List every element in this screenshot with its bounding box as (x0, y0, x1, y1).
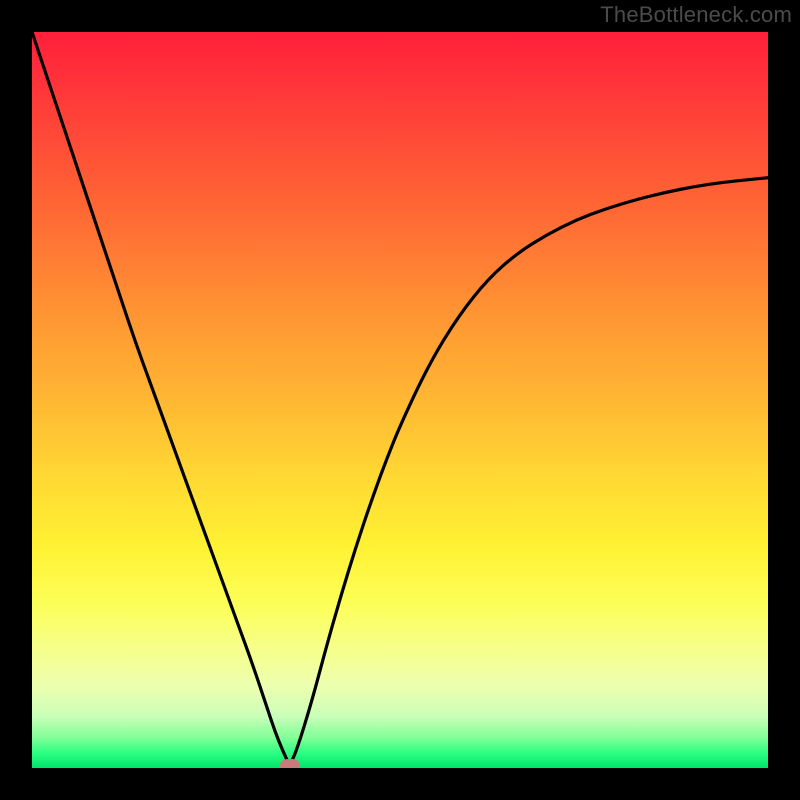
plot-area (32, 32, 768, 768)
minimum-marker (280, 759, 300, 768)
bottleneck-curve (32, 32, 768, 768)
chart-frame: TheBottleneck.com (0, 0, 800, 800)
watermark-text: TheBottleneck.com (600, 2, 792, 28)
